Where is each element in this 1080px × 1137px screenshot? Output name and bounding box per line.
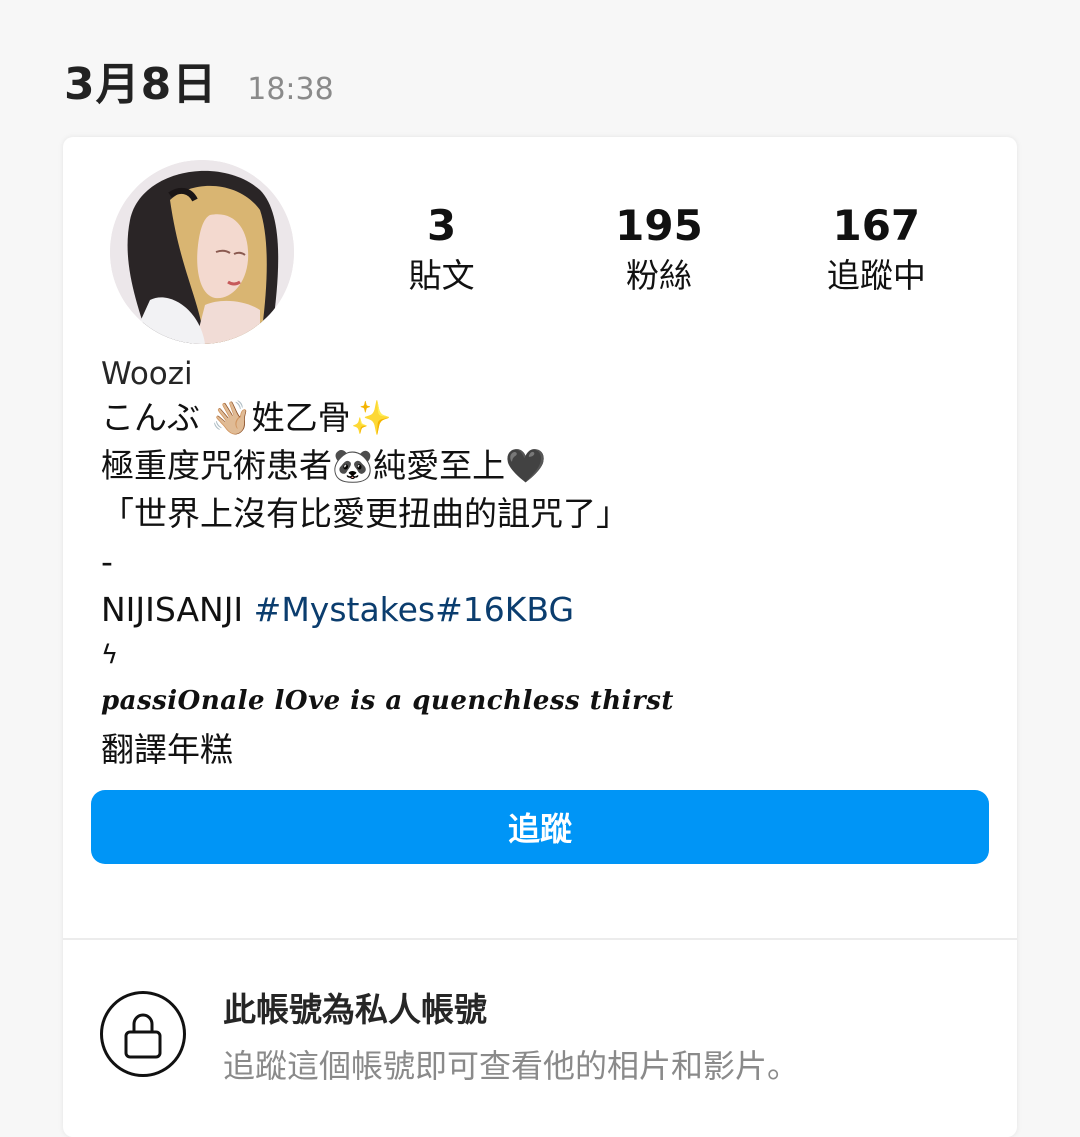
bio-hashtag-link[interactable]: #Mystakes#16KBG bbox=[254, 590, 574, 629]
stat-posts[interactable]: 3 貼文 bbox=[333, 199, 550, 299]
bio-line-4: - bbox=[101, 542, 113, 581]
lock-glyph bbox=[124, 1013, 162, 1059]
profile-bio: Woozi こんぶ 👋🏼姓乙骨✨ 極重度咒術患者🐼純愛至上🖤 「世界上沒有比愛更… bbox=[101, 354, 981, 774]
message-header: 3月8日 18:38 bbox=[64, 48, 334, 112]
followers-label: 粉絲 bbox=[625, 256, 692, 295]
profile-stats: 3 貼文 195 粉絲 167 追蹤中 bbox=[333, 199, 985, 299]
followers-count: 195 bbox=[615, 201, 703, 250]
posts-label: 貼文 bbox=[408, 256, 475, 295]
bio-line-7: passiOnale lOve is a quenchless thirst bbox=[101, 686, 674, 716]
bio-line-2: 極重度咒術患者🐼純愛至上🖤 bbox=[101, 446, 547, 485]
profile-card[interactable]: 3 貼文 195 粉絲 167 追蹤中 Woozi こんぶ 👋🏼姓乙骨✨ 極重度… bbox=[63, 137, 1017, 1137]
bio-line-5: NIJISANJI #Mystakes#16KBG bbox=[101, 586, 981, 634]
stat-followers[interactable]: 195 粉絲 bbox=[550, 199, 767, 299]
posts-count: 3 bbox=[427, 201, 457, 250]
private-account-subtitle: 追蹤這個帳號即可查看他的相片和影片。 bbox=[223, 1047, 800, 1085]
private-account-title: 此帳號為私人帳號 bbox=[223, 990, 487, 1029]
stat-following[interactable]: 167 追蹤中 bbox=[768, 199, 985, 299]
profile-avatar[interactable] bbox=[110, 160, 294, 344]
avatar-illustration bbox=[110, 160, 294, 344]
bio-line-3: 「世界上沒有比愛更扭曲的詛咒了」 bbox=[101, 494, 629, 533]
lock-icon bbox=[100, 991, 186, 1077]
bio-line-8: 翻譯年糕 bbox=[101, 730, 233, 769]
following-count: 167 bbox=[832, 201, 921, 250]
follow-button[interactable]: 追蹤 bbox=[91, 790, 989, 864]
message-time: 18:38 bbox=[247, 72, 334, 107]
bio-org-text: NIJISANJI bbox=[101, 590, 254, 629]
bio-line-6: ϟ bbox=[101, 640, 119, 670]
following-label: 追蹤中 bbox=[826, 256, 926, 295]
message-date: 3月8日 bbox=[64, 59, 218, 110]
profile-name: Woozi bbox=[101, 356, 193, 392]
bio-line-1: こんぶ 👋🏼姓乙骨✨ bbox=[101, 398, 392, 437]
card-divider bbox=[63, 938, 1017, 940]
